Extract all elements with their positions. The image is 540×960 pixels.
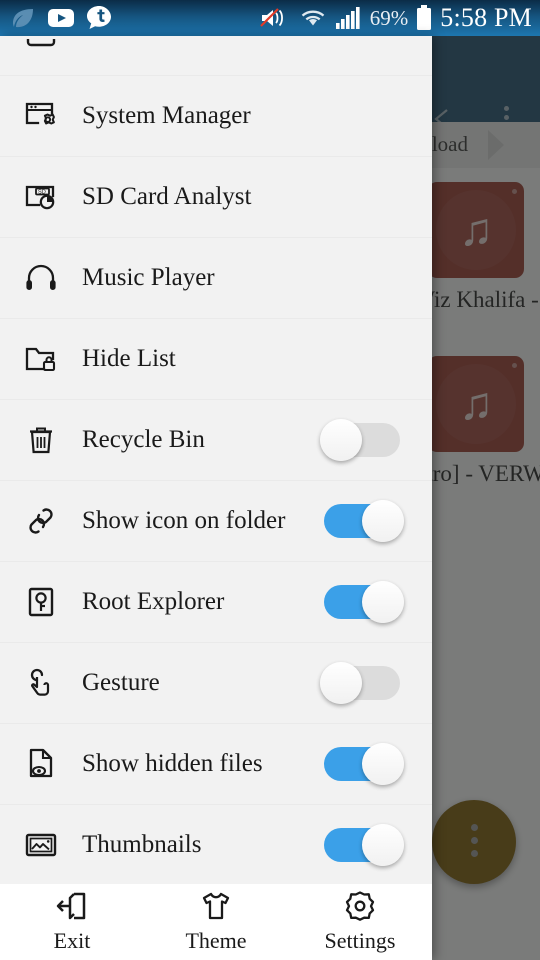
sidebar-item-music-player[interactable]: Music Player	[0, 238, 432, 319]
sidebar-item-sd-card-analyst[interactable]: SD SD Card Analyst	[0, 157, 432, 238]
volume-muted-icon	[259, 6, 291, 30]
wifi-icon	[298, 6, 328, 30]
youtube-icon	[47, 7, 75, 29]
root-explorer-toggle[interactable]	[324, 581, 404, 623]
folder-lock-icon	[22, 340, 60, 378]
sidebar-item-label: Show hidden files	[82, 750, 263, 777]
link-chain-icon	[22, 502, 60, 540]
sidebar-item-show-hidden-files[interactable]: Show hidden files	[0, 724, 432, 805]
tumblr-chat-icon	[86, 5, 112, 31]
theme-label: Theme	[185, 928, 247, 953]
sidebar-item-gesture[interactable]: Gesture	[0, 643, 432, 724]
clock-label: 5:58 PM	[440, 3, 532, 32]
recycle-bin-toggle[interactable]	[320, 419, 400, 461]
battery-icon	[415, 5, 433, 31]
sidebar-item-partial[interactable]	[0, 36, 432, 76]
show-icon-on-folder-toggle[interactable]	[324, 500, 404, 542]
sidebar-item-label: Show icon on folder	[82, 507, 286, 534]
drawer-bottom-toolbar: Exit Theme Settings	[0, 884, 432, 960]
hand-tap-icon	[22, 664, 60, 702]
sidebar-item-label: System Manager	[82, 102, 251, 129]
sidebar-item-label: Recycle Bin	[82, 426, 205, 453]
theme-button[interactable]: Theme	[144, 890, 288, 954]
drawer-menu-list[interactable]: System Manager SD SD Card Analyst Music …	[0, 36, 432, 884]
headphones-icon	[22, 259, 60, 297]
navigation-drawer: System Manager SD SD Card Analyst Music …	[0, 36, 432, 960]
root-key-icon	[22, 583, 60, 621]
exit-label: Exit	[53, 928, 91, 953]
sidebar-item-hide-list[interactable]: Hide List	[0, 319, 432, 400]
leaf-icon	[10, 5, 36, 31]
trash-icon	[22, 421, 60, 459]
gear-icon	[288, 890, 432, 922]
sidebar-item-root-explorer[interactable]: Root Explorer	[0, 562, 432, 643]
tshirt-icon	[144, 890, 288, 922]
cellular-signal-icon	[335, 6, 363, 30]
sd-card-analyst-icon: SD	[22, 178, 60, 216]
exit-button[interactable]: Exit	[0, 890, 144, 954]
system-manager-icon	[22, 97, 60, 135]
show-hidden-files-toggle[interactable]	[324, 743, 404, 785]
file-eye-icon	[22, 745, 60, 783]
settings-label: Settings	[324, 928, 396, 953]
sidebar-item-label: Hide List	[82, 345, 176, 372]
sidebar-item-show-icon-on-folder[interactable]: Show icon on folder	[0, 481, 432, 562]
sidebar-item-label: SD Card Analyst	[82, 183, 252, 210]
sidebar-item-label: Root Explorer	[82, 588, 225, 615]
settings-button[interactable]: Settings	[288, 890, 432, 954]
sidebar-item-label: Music Player	[82, 264, 215, 291]
sidebar-item-label: Thumbnails	[82, 831, 202, 858]
sidebar-item-thumbnails[interactable]: Thumbnails	[0, 805, 432, 884]
gesture-toggle[interactable]	[320, 662, 400, 704]
thumbnails-toggle[interactable]	[324, 824, 404, 866]
image-thumbnail-icon	[22, 826, 60, 864]
exit-icon	[0, 890, 144, 922]
svg-text:SD: SD	[38, 190, 46, 196]
sidebar-item-label: Gesture	[82, 669, 160, 696]
sidebar-item-recycle-bin[interactable]: Recycle Bin	[0, 400, 432, 481]
sidebar-item-system-manager[interactable]: System Manager	[0, 76, 432, 157]
partial-cut-item	[22, 37, 60, 75]
battery-percent-label: 69%	[369, 5, 409, 30]
status-bar: 69% 5:58 PM	[0, 0, 540, 36]
